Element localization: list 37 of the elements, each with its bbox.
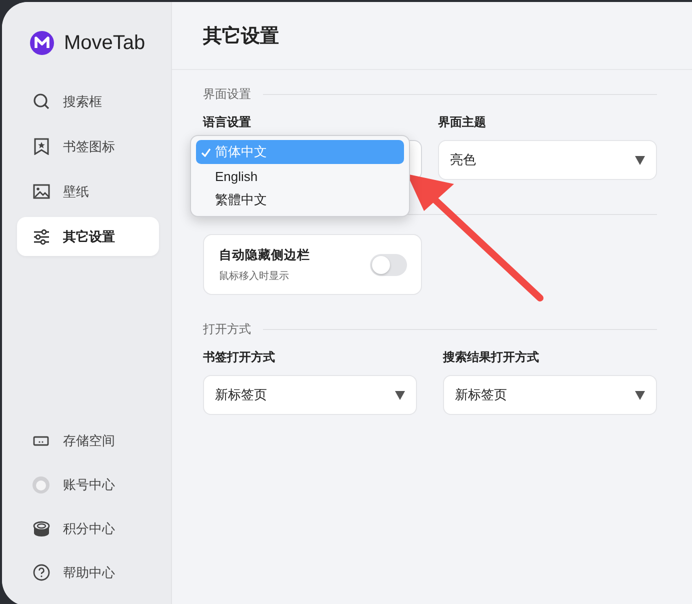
field-label: 书签打开方式 [203, 349, 275, 366]
sidebar-item[interactable]: 书签图标 [17, 127, 159, 166]
sidebar-item[interactable]: 其它设置 [17, 217, 159, 256]
app-name: MoveTab [64, 32, 146, 54]
setting-label: 自动隐藏侧边栏 [219, 246, 310, 264]
select-field[interactable]: 新标签页 [443, 375, 657, 415]
caret-icon [395, 390, 405, 400]
sidebar-item[interactable]: 账号中心 [17, 465, 159, 504]
sidebar-item[interactable]: 搜索框 [17, 82, 159, 121]
bookmark-star-icon [34, 138, 48, 155]
coin-stack-icon [32, 520, 50, 538]
sidebar-item[interactable]: 壁纸 [17, 172, 159, 211]
avatar-icon [32, 476, 50, 494]
sidebar-item[interactable]: 存储空间 [17, 421, 159, 460]
sliders-icon [32, 228, 50, 244]
dropdown-option[interactable]: 繁體中文 [196, 188, 404, 212]
caret-icon [635, 155, 645, 165]
field-label: 语言设置 [203, 114, 251, 131]
section-title: 打开方式 [203, 320, 251, 338]
field-label: 界面主题 [438, 114, 486, 131]
image-icon [32, 184, 50, 199]
toggle-switch[interactable] [370, 254, 407, 276]
caret-icon [635, 390, 645, 400]
sidebar-item[interactable]: 积分中心 [17, 509, 159, 548]
field-label: 搜索结果打开方式 [443, 349, 539, 366]
select-field[interactable]: 亮色 [438, 140, 657, 180]
select-field[interactable]: 新标签页 [203, 375, 417, 415]
storage-icon [33, 436, 49, 446]
dropdown-option[interactable]: English [196, 164, 404, 188]
logo-icon [30, 31, 54, 55]
section-title: 界面设置 [203, 86, 251, 102]
setting-description: 鼠标移入时显示 [219, 270, 289, 282]
checkmark-icon [201, 148, 211, 156]
sidebar-item[interactable]: 帮助中心 [17, 553, 159, 592]
page-title: 其它设置 [203, 24, 279, 48]
search-icon [32, 93, 50, 110]
help-icon [32, 564, 50, 581]
